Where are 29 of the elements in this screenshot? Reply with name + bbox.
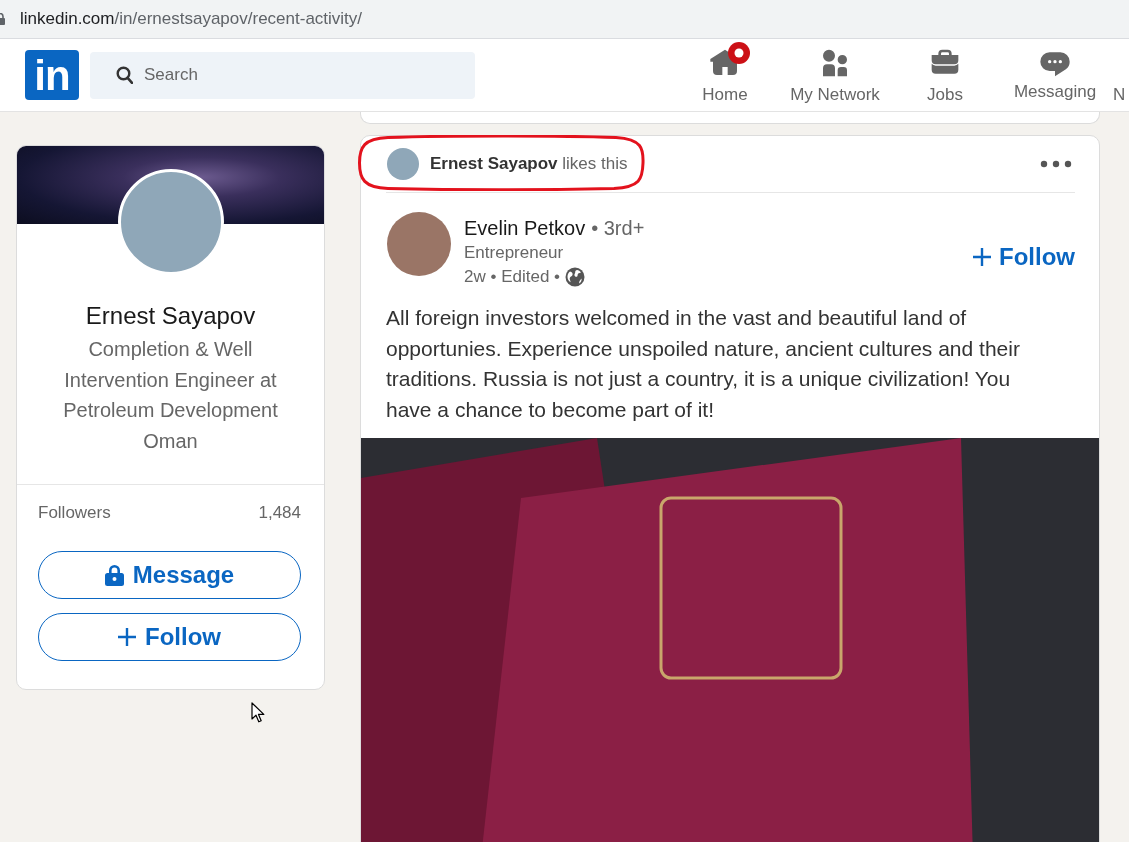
lock-icon <box>0 13 5 25</box>
nav-item[interactable]: Messaging <box>1000 39 1110 111</box>
nav-item[interactable]: N <box>1110 39 1129 111</box>
profile-action-button[interactable]: Message <box>38 551 301 599</box>
connection-degree: • 3rd+ <box>591 217 645 240</box>
nav-item[interactable]: Jobs <box>890 39 1000 111</box>
more-icon[interactable] <box>1040 160 1072 168</box>
profile-headline: Completion & Well Intervention Engineer at Petroleum Development Oman <box>62 337 279 454</box>
url-text[interactable]: linkedin.com/in/ernestsayapov/recent-activity/ <box>20 9 363 29</box>
plus-icon <box>973 247 991 266</box>
globe-icon <box>565 267 585 287</box>
profile-name: Ernest Sayapov <box>84 301 257 331</box>
logo[interactable]: in <box>25 50 79 100</box>
post-text: All foreign investors welcomed in the vast and beautiful land of opportunies. Experience unspoiled nature, ancient cultures and their traditions. Russia is not just a country, it is a unique civilization! You have a chance to become part of it! <box>386 305 1021 423</box>
nav-item[interactable]: Home <box>670 39 780 111</box>
follow-button[interactable]: Follow <box>973 242 1075 271</box>
activity-text: Ernest Sayapov likes this <box>430 154 628 174</box>
author-name[interactable]: Evelin Petkov <box>464 215 586 241</box>
search-icon <box>116 65 133 84</box>
nav-item[interactable]: My Network <box>780 39 890 111</box>
stat-label: Followers <box>38 502 111 524</box>
plus-icon <box>118 628 136 646</box>
search-field[interactable]: Search <box>90 51 475 99</box>
lock-icon <box>104 564 124 586</box>
stat-value: 1,484 <box>258 502 301 524</box>
profile-action-button[interactable]: Follow <box>38 613 301 661</box>
post-meta: 2w • Edited • <box>464 266 560 288</box>
cursor-icon <box>251 702 265 723</box>
author-headline: Entrepreneur <box>464 242 565 264</box>
